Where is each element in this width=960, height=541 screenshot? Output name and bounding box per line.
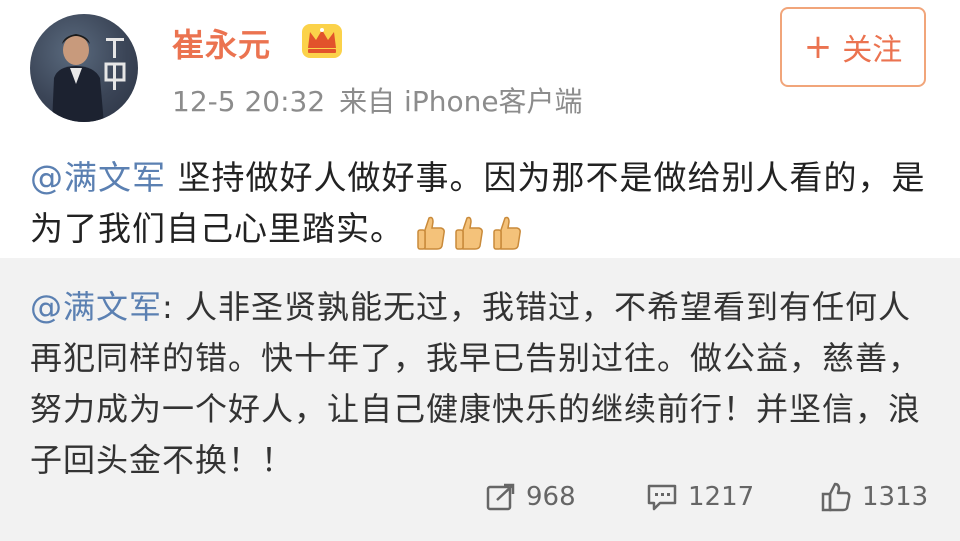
thumbs-up-icon — [455, 216, 483, 250]
follow-label: 关注 — [842, 33, 903, 68]
thumbs-emoji-group — [414, 205, 528, 256]
crown-icon — [302, 24, 342, 58]
repost-count: 968 — [526, 482, 576, 512]
repost-body: @满文军: 人非圣贤孰能无过，我错过，不希望看到有任何人再犯同样的错。快十年了，… — [30, 282, 930, 486]
comment-button[interactable]: 1217 — [646, 482, 754, 512]
post-mention-link[interactable]: @满文军 — [30, 158, 166, 197]
follow-button[interactable]: + 关注 — [780, 7, 926, 87]
comment-count: 1217 — [688, 482, 755, 512]
repost-icon — [486, 483, 515, 511]
like-button[interactable]: 1313 — [820, 482, 928, 512]
avatar-text-decoration — [104, 38, 126, 90]
post-body: @满文军 坚持做好人做好事。因为那不是做给别人看的，是为了我们自己心里踏实。 — [30, 152, 930, 256]
avatar[interactable]: V — [30, 14, 138, 122]
post-source: 来自 iPhone客户端 — [339, 85, 583, 118]
like-count: 1313 — [862, 482, 929, 512]
post-meta: 12-5 20:32 来自 iPhone客户端 — [172, 80, 583, 120]
plus-icon: + — [803, 27, 833, 67]
post-time: 12-5 20:32 — [172, 85, 326, 118]
like-icon — [821, 482, 851, 512]
username[interactable]: 崔永元 — [172, 20, 271, 66]
thumbs-up-icon — [417, 216, 445, 250]
post-header: V 崔永元 12-5 20:32 来自 iPhone客户端 + 关注 — [0, 0, 960, 140]
repost-text: : 人非圣贤孰能无过，我错过，不希望看到有任何人再犯同样的错。快十年了，我早已告… — [30, 288, 922, 479]
comment-icon — [647, 484, 677, 511]
verified-badge-icon: V — [126, 98, 138, 122]
thumbs-up-icon — [493, 216, 521, 250]
avatar-figure — [52, 34, 104, 122]
repost-mention-link[interactable]: @满文军 — [30, 288, 162, 326]
repost-button[interactable]: 968 — [486, 482, 576, 512]
action-bar: 968 1217 1313 — [0, 482, 960, 532]
repost-container[interactable]: @满文军: 人非圣贤孰能无过，我错过，不希望看到有任何人再犯同样的错。快十年了，… — [0, 258, 960, 541]
